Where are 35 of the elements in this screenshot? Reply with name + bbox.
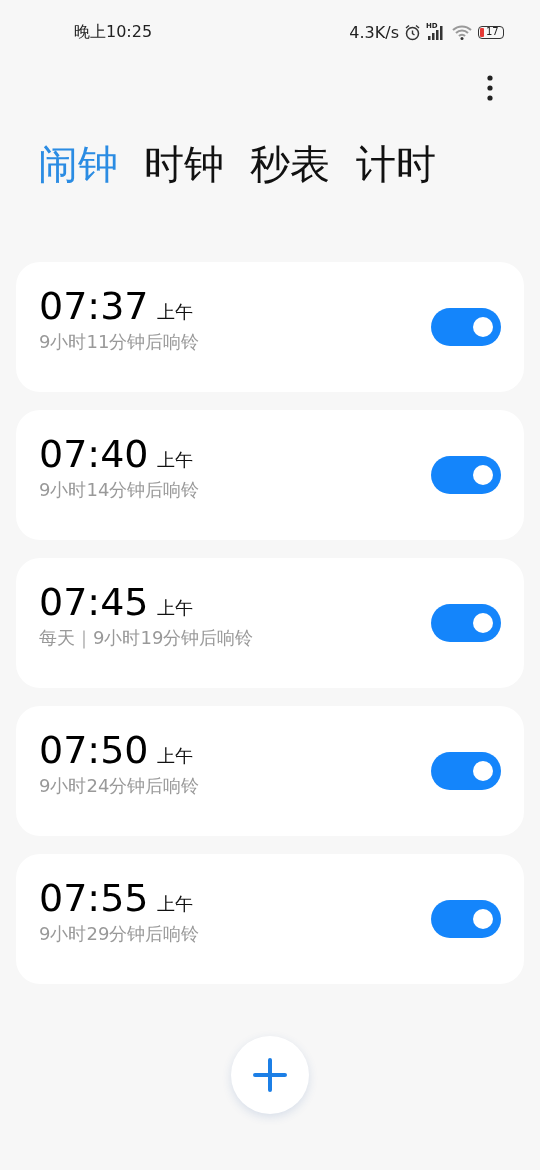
alarm-time: 07:40 xyxy=(39,432,149,476)
alarm-time: 07:37 xyxy=(39,284,149,328)
alarm-clock-icon xyxy=(404,23,421,41)
battery-icon: 17 xyxy=(478,25,504,39)
alarm-period: 上午 xyxy=(156,892,193,916)
alarm-toggle[interactable] xyxy=(431,604,501,642)
alarm-card[interactable]: 07:55 上午 9小时29分钟后响铃 xyxy=(16,854,524,984)
add-alarm-button[interactable] xyxy=(231,1036,309,1114)
alarm-period: 上午 xyxy=(156,744,193,768)
alarm-time: 07:45 xyxy=(39,580,149,624)
alarm-note: 9小时14分钟后响铃 xyxy=(39,478,201,502)
network-speed: 4.3K/s xyxy=(349,22,399,42)
alarm-toggle[interactable] xyxy=(431,752,501,790)
alarm-toggle[interactable] xyxy=(431,308,501,346)
alarm-note: 9小时24分钟后响铃 xyxy=(39,774,201,798)
alarm-period: 上午 xyxy=(156,300,193,324)
wifi-icon xyxy=(451,24,473,40)
plus-icon xyxy=(253,1058,287,1092)
alarm-period: 上午 xyxy=(156,596,193,620)
alarm-period: 上午 xyxy=(156,448,193,472)
alarm-card[interactable]: 07:45 上午 每天｜9小时19分钟后响铃 xyxy=(16,558,524,688)
alarm-time: 07:50 xyxy=(39,728,149,772)
clock-time: 晚上10:25 xyxy=(74,21,153,43)
alarm-note: 9小时29分钟后响铃 xyxy=(39,922,201,946)
tab[interactable]: 计时 xyxy=(356,144,436,200)
alarm-card[interactable]: 07:50 上午 9小时24分钟后响铃 xyxy=(16,706,524,836)
alarm-toggle[interactable] xyxy=(431,900,501,938)
tab[interactable]: 时钟 xyxy=(144,144,224,200)
alarm-note: 每天｜9小时19分钟后响铃 xyxy=(39,626,255,650)
tab[interactable]: 秒表 xyxy=(250,144,330,200)
alarm-toggle[interactable] xyxy=(431,456,501,494)
alarm-card[interactable]: 07:40 上午 9小时14分钟后响铃 xyxy=(16,410,524,540)
alarm-card[interactable]: 07:37 上午 9小时11分钟后响铃 xyxy=(16,262,524,392)
alarm-note: 9小时11分钟后响铃 xyxy=(39,330,201,354)
alarm-time: 07:55 xyxy=(39,876,149,920)
